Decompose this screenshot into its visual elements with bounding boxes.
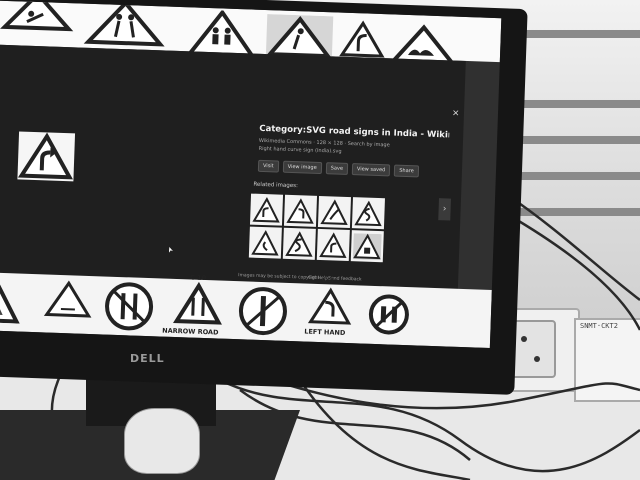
left-hand-caption: LEFT HAND bbox=[304, 327, 346, 337]
view-saved-button[interactable]: View saved bbox=[351, 163, 391, 177]
close-icon[interactable]: × bbox=[452, 109, 460, 119]
one-way-prohibited-icon[interactable] bbox=[234, 285, 292, 337]
dell-logo: DELL bbox=[130, 352, 165, 365]
related-image-thumb[interactable] bbox=[248, 226, 282, 259]
right-curve-sign-icon[interactable] bbox=[17, 131, 76, 182]
image-viewer-panel: × Category:SVG road signs in India - Wik… bbox=[0, 44, 466, 289]
falling-rocks-sign-icon[interactable] bbox=[0, 277, 22, 324]
related-images-label: Related images: bbox=[253, 181, 298, 190]
photo-scene: SNMT·CKT2 × Category:SVG road signs in I… bbox=[0, 0, 640, 480]
visit-button[interactable]: Visit bbox=[257, 159, 279, 173]
sign-code-c10: C 10 bbox=[189, 273, 207, 283]
men-at-work-sign-icon[interactable] bbox=[0, 0, 78, 33]
related-image-thumb[interactable] bbox=[283, 194, 318, 227]
narrow-road-sign-icon[interactable] bbox=[172, 281, 224, 327]
viewer-button-row: Visit View image Save View saved Share bbox=[257, 159, 419, 178]
ghat-sign-icon[interactable] bbox=[43, 278, 94, 320]
left-hand-curve-sign-icon[interactable] bbox=[306, 286, 353, 328]
pedestrians-sign-icon[interactable] bbox=[82, 0, 168, 48]
share-button[interactable]: Share bbox=[394, 164, 419, 178]
overtaking-prohibited-icon[interactable] bbox=[366, 292, 412, 338]
save-button[interactable]: Save bbox=[325, 162, 349, 175]
two-way-traffic-prohibited-icon[interactable] bbox=[100, 280, 158, 332]
result-description: Right hand curve sign (India).svg bbox=[258, 145, 342, 155]
right-curve-sign-icon[interactable] bbox=[338, 19, 387, 61]
view-image-button[interactable]: View image bbox=[282, 160, 322, 175]
related-image-thumb[interactable] bbox=[282, 227, 316, 260]
school-children-sign-icon[interactable] bbox=[185, 9, 258, 58]
next-result-arrow[interactable]: › bbox=[438, 198, 452, 221]
narrow-road-caption: NARROW ROAD bbox=[162, 326, 219, 337]
related-image-thumb[interactable] bbox=[317, 195, 351, 229]
related-image-thumb[interactable] bbox=[249, 193, 284, 226]
monitor-screen: × Category:SVG road signs in India - Wik… bbox=[0, 0, 502, 349]
mouse-cursor-icon bbox=[169, 247, 173, 253]
related-image-thumb[interactable] bbox=[316, 228, 350, 262]
sign-code-c3: C 3 bbox=[321, 276, 334, 285]
related-image-thumb[interactable] bbox=[351, 197, 385, 230]
related-image-thumb[interactable] bbox=[350, 230, 384, 263]
monitor-bezel: × Category:SVG road signs in India - Wik… bbox=[0, 0, 528, 395]
related-images-grid bbox=[248, 193, 387, 265]
ganesha-figurine bbox=[124, 408, 200, 474]
